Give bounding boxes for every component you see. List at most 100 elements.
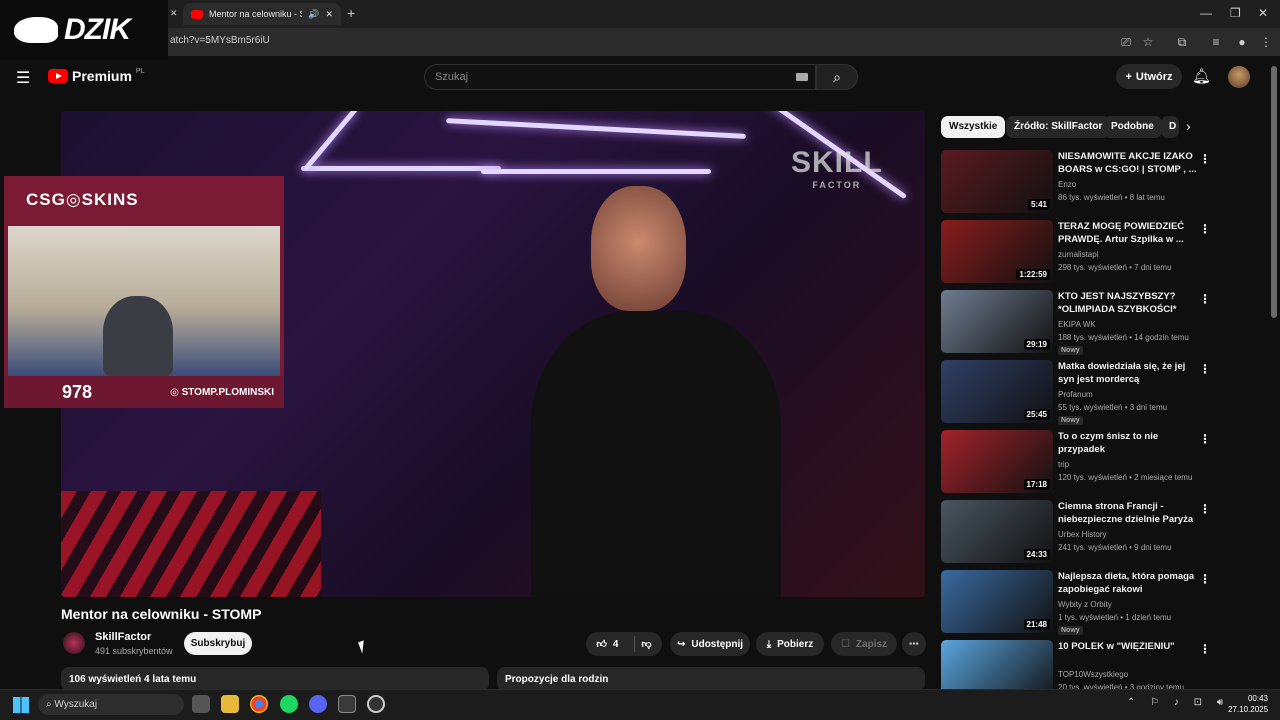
discord-icon[interactable] — [309, 695, 327, 713]
description-box[interactable]: 106 wyświetleń 4 lata temu — [61, 667, 489, 691]
recommendation-channel[interactable]: Wybity z Orbity — [1058, 600, 1112, 609]
recommendation-title[interactable]: NIESAMOWITE AKCJE IZAKO BOARS w CS:GO! |… — [1058, 150, 1198, 176]
video-thumbnail[interactable]: 17:18 — [941, 430, 1053, 493]
webcam-person — [103, 296, 173, 376]
recommendation-channel[interactable]: Enzo — [1058, 180, 1076, 189]
recommendation-item[interactable]: 21:48 Najlepsza dieta, która pomaga zapob… — [941, 570, 1216, 636]
recommendation-channel[interactable]: Urbex History — [1058, 530, 1106, 539]
video-thumbnail[interactable]: 5:41 — [941, 150, 1053, 213]
profile-icon[interactable]: ● — [1234, 34, 1250, 50]
recommendation-item[interactable]: 24:33 Ciemna strona Francji - niebezpiecz… — [941, 500, 1216, 566]
recommendation-channel[interactable]: trip — [1058, 460, 1069, 469]
recommendation-channel[interactable]: TOP10Wszystkiego — [1058, 670, 1128, 679]
windows-start-icon[interactable] — [13, 697, 29, 713]
recommendation-title[interactable]: 10 POLEK w "WIĘZIENIU" — [1058, 640, 1198, 653]
webcam-feed — [8, 226, 280, 376]
recommendation-item[interactable]: 17:18 To o czym śnisz to nie przypadek tri… — [941, 430, 1216, 496]
recommendation-title[interactable]: Najlepsza dieta, która pomaga zapobiegać… — [1058, 570, 1198, 596]
neon-light — [481, 169, 711, 174]
close-window-button[interactable]: ✕ — [1258, 6, 1268, 20]
chevron-right-icon[interactable]: › — [1186, 118, 1191, 134]
chip-more[interactable]: D — [1161, 116, 1179, 138]
recommendation-title[interactable]: Ciemna strona Francji - niebezpieczne dz… — [1058, 500, 1198, 526]
tab-close-icon[interactable]: ✕ — [325, 9, 333, 20]
minimize-button[interactable]: — — [1200, 6, 1212, 20]
extensions-icon[interactable]: ⧉ — [1174, 34, 1190, 50]
recommendation-title[interactable]: To o czym śnisz to nie przypadek — [1058, 430, 1198, 456]
thumbs-down-icon[interactable]: 👎︎ — [641, 638, 651, 650]
search-input[interactable]: Szukaj — [424, 64, 816, 90]
recommendation-channel[interactable]: Profanum — [1058, 390, 1093, 399]
avatar[interactable] — [1228, 66, 1250, 88]
keyboard-icon[interactable] — [796, 73, 808, 81]
video-thumbnail[interactable]: 25:45 — [941, 360, 1053, 423]
taskbar-search[interactable]: ⌕ Wyszukaj — [38, 694, 184, 715]
cast-icon[interactable]: ⎚ — [1118, 34, 1134, 50]
obs-icon[interactable] — [367, 695, 385, 713]
share-button[interactable]: ↪ Udostępnij — [670, 632, 750, 656]
youtube-premium-logo[interactable]: Premium PL — [48, 68, 144, 84]
url-field[interactable]: atch?v=5MYsBm5r6iU — [170, 35, 270, 46]
scrollbar[interactable] — [1271, 66, 1277, 318]
notifications-bell-icon[interactable]: 🔔︎ — [1192, 67, 1211, 85]
dzik-logo-text: DZIK — [64, 13, 131, 46]
more-options-icon[interactable]: ⋮ — [1199, 572, 1211, 586]
menu-hamburger-icon[interactable]: ☰ — [16, 68, 34, 88]
more-options-icon[interactable]: ⋮ — [1199, 152, 1211, 166]
download-button[interactable]: ⤓ Pobierz — [756, 632, 824, 656]
channel-name[interactable]: SkillFactor — [95, 631, 151, 643]
bookmark-star-icon[interactable]: ☆ — [1140, 34, 1156, 50]
recommendation-item[interactable]: 29:19 KTO JEST NAJSZYBSZY? *OLIMPIADA SZY… — [941, 290, 1216, 356]
subscribe-button[interactable]: Subskrybuj — [184, 632, 252, 655]
chip-all[interactable]: Wszystkie — [941, 116, 1006, 138]
task-view-icon[interactable] — [192, 695, 210, 713]
chip-source[interactable]: Źródło: SkillFactor — [1006, 116, 1111, 138]
more-options-icon[interactable]: ⋮ — [1199, 432, 1211, 446]
recommendation-meta: 241 tys. wyświetleń • 9 dni temu — [1058, 543, 1172, 552]
taskbar-clock[interactable]: 00:43 27.10.2025 — [1228, 693, 1268, 715]
search-button[interactable]: ⌕ — [816, 64, 858, 90]
more-actions-button[interactable]: ⋯ — [902, 632, 926, 656]
recommendation-channel[interactable]: zurnalistapl — [1058, 250, 1098, 259]
media-icon[interactable]: ≡ — [1208, 34, 1224, 50]
recommendation-title[interactable]: KTO JEST NAJSZYBSZY? *OLIMPIADA SZYBKOŚC… — [1058, 290, 1198, 316]
neon-light — [303, 111, 359, 171]
recommendation-item[interactable]: 25:45 Matka dowiedziała się, że jej syn j… — [941, 360, 1216, 426]
recommendation-title[interactable]: TERAZ MOGĘ POWIEDZIEĆ PRAWDĘ. Artur Szpi… — [1058, 220, 1198, 246]
more-options-icon[interactable]: ⋮ — [1199, 292, 1211, 306]
new-tab-button[interactable]: + — [347, 5, 355, 21]
save-button[interactable]: ☐ Zapisz — [831, 632, 897, 656]
more-options-icon[interactable]: ⋮ — [1199, 362, 1211, 376]
prev-tab-close-icon[interactable]: ✕ — [170, 8, 178, 19]
spotify-icon[interactable] — [280, 695, 298, 713]
video-thumbnail[interactable]: 29:19 — [941, 290, 1053, 353]
more-options-icon[interactable]: ⋮ — [1199, 502, 1211, 516]
recommendation-channel[interactable]: EKIPA WK — [1058, 320, 1096, 329]
create-button[interactable]: + Utwórz — [1116, 64, 1182, 89]
watermark-text: SKILL — [791, 146, 883, 179]
chrome-icon[interactable] — [250, 695, 268, 713]
video-thumbnail[interactable]: 1:22:59 — [941, 220, 1053, 283]
video-thumbnail[interactable]: 21:48 — [941, 570, 1053, 633]
like-divider — [634, 636, 636, 652]
recommendation-item[interactable]: 5:41 NIESAMOWITE AKCJE IZAKO BOARS w CS:G… — [941, 150, 1216, 216]
share-label: Udostępnij — [691, 638, 744, 650]
recommendation-meta: 55 tys. wyświetleń • 3 dni temu — [1058, 403, 1168, 412]
create-label: Utwórz — [1135, 70, 1173, 83]
more-options-icon[interactable]: ⋮ — [1199, 222, 1211, 236]
file-explorer-icon[interactable] — [221, 695, 239, 713]
chip-similar[interactable]: Podobne — [1103, 116, 1162, 138]
more-options-icon[interactable]: ⋮ — [1199, 642, 1211, 656]
browser-menu-icon[interactable]: ⋮ — [1258, 34, 1274, 50]
new-badge: Nowy — [1058, 346, 1083, 355]
family-suggestions-box[interactable]: Propozycje dla rodzin — [497, 667, 925, 691]
like-button[interactable]: 👍︎ 4 👎︎ — [586, 632, 662, 656]
recommendation-title[interactable]: Matka dowiedziała się, że jej syn jest m… — [1058, 360, 1198, 386]
maximize-button[interactable]: ❐ — [1230, 6, 1241, 20]
video-thumbnail[interactable]: 24:33 — [941, 500, 1053, 563]
app-icon[interactable] — [338, 695, 356, 713]
browser-tab[interactable]: Mentor na celowniku - STOMP 🔊 ✕ — [183, 3, 341, 25]
system-tray[interactable]: ⌃ ⚐ ♪ ⊡ 🔊︎ — [1127, 697, 1229, 708]
recommendation-item[interactable]: 1:22:59 TERAZ MOGĘ POWIEDZIEĆ PRAWDĘ. Art… — [941, 220, 1216, 286]
channel-avatar[interactable] — [63, 632, 85, 654]
